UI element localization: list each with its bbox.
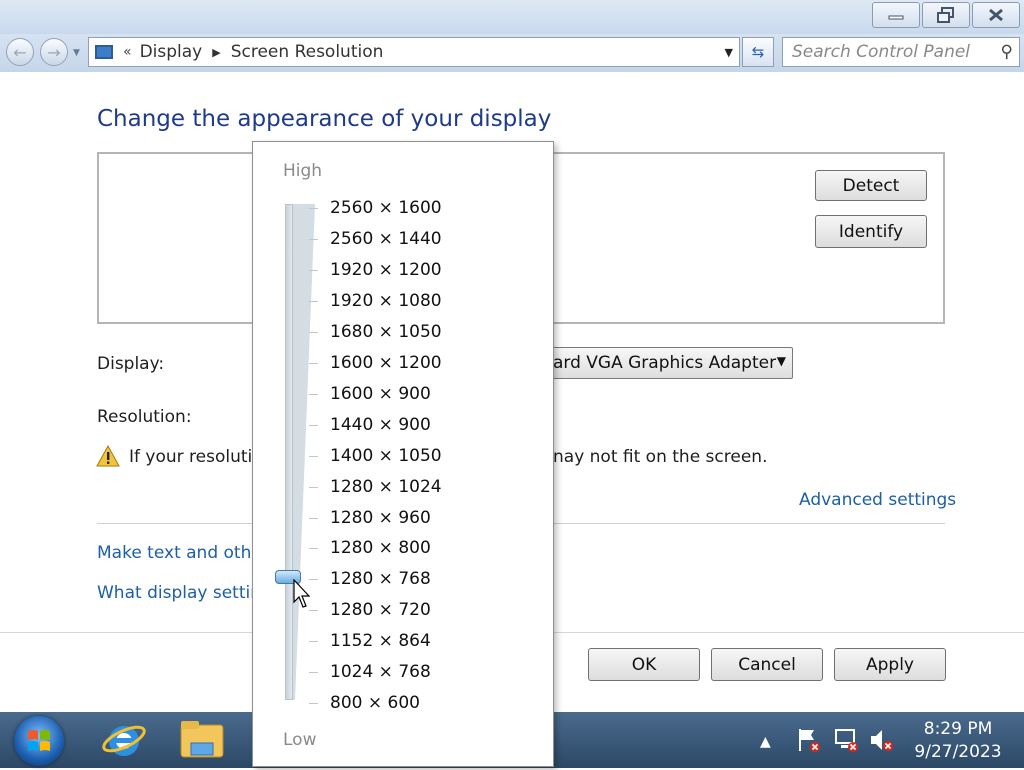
restore-icon: [937, 7, 954, 23]
resolution-option[interactable]: 1280 × 960: [330, 508, 431, 528]
resolution-tick-mark: [309, 424, 318, 426]
resolution-option[interactable]: 1280 × 768: [330, 569, 431, 589]
refresh-button[interactable]: ⇆: [742, 37, 774, 67]
display-select[interactable]: ard VGA Graphics Adapter ▼: [528, 347, 793, 379]
clock-date: 9/27/2023: [914, 742, 1002, 762]
minimize-button[interactable]: [872, 2, 920, 28]
text-size-link[interactable]: Make text and othe: [97, 543, 262, 563]
identify-button[interactable]: Identify: [815, 215, 927, 248]
restore-button[interactable]: [922, 2, 970, 28]
search-icon[interactable]: ⚲: [1001, 42, 1013, 62]
resolution-option[interactable]: 1920 × 1080: [330, 291, 442, 311]
ok-button[interactable]: OK: [588, 648, 700, 681]
mouse-cursor-icon: [293, 579, 311, 608]
search-input[interactable]: Search Control Panel ⚲: [782, 37, 1020, 67]
forward-arrow-icon: →: [47, 42, 61, 62]
warning-icon: [96, 445, 120, 467]
close-button[interactable]: [972, 2, 1020, 28]
resolution-tick-mark: [309, 300, 318, 302]
breadcrumb-screen-resolution[interactable]: Screen Resolution: [231, 42, 384, 62]
chevron-down-icon: ▼: [73, 48, 80, 58]
resolution-tick-mark: [309, 208, 318, 209]
back-button[interactable]: ←: [6, 38, 34, 66]
high-label: High: [283, 161, 323, 181]
resolution-option[interactable]: 800 × 600: [330, 693, 420, 713]
resolution-option[interactable]: 2560 × 1600: [330, 198, 442, 218]
resolution-option[interactable]: 1024 × 768: [330, 662, 431, 682]
breadcrumb-separator-icon[interactable]: ▶: [212, 46, 220, 59]
detect-button[interactable]: Detect: [815, 170, 927, 201]
resolution-option[interactable]: 1280 × 720: [330, 600, 431, 620]
advanced-settings-link[interactable]: Advanced settings: [799, 490, 956, 510]
display-label: Display:: [97, 354, 165, 374]
resolution-tick-mark: [309, 269, 318, 271]
taskbar-windows-explorer[interactable]: [176, 716, 228, 764]
minimize-icon: [888, 15, 904, 20]
title-bar: [0, 0, 1024, 34]
resolution-label: Resolution:: [97, 407, 192, 427]
resolution-tick-mark: [309, 486, 318, 488]
resolution-tick-mark: [309, 703, 318, 705]
resolution-tick-mark: [309, 393, 318, 395]
breadcrumb-display[interactable]: Display: [140, 42, 203, 62]
resolution-option[interactable]: 1280 × 800: [330, 538, 431, 558]
search-placeholder: Search Control Panel: [792, 42, 971, 62]
resolution-option[interactable]: 1152 × 864: [330, 631, 431, 651]
action-center-flag-icon: [799, 729, 820, 752]
resolution-tick-mark: [309, 610, 318, 612]
resolution-option[interactable]: 2560 × 1440: [330, 229, 442, 249]
address-bar[interactable]: « Display ▶ Screen Resolution ▼: [88, 37, 740, 67]
warning-text-right: nay not fit on the screen.: [553, 447, 768, 467]
recent-pages-dropdown[interactable]: ▼: [73, 48, 80, 58]
slider-wedge: [293, 204, 315, 700]
action-center-tray[interactable]: [796, 726, 822, 758]
network-tray[interactable]: [832, 726, 860, 758]
show-hidden-icons-arrow: ▲: [760, 734, 771, 750]
taskbar-internet-explorer[interactable]: [98, 716, 150, 764]
clock-time: 8:29 PM: [923, 719, 993, 739]
breadcrumb-overflow[interactable]: «: [123, 44, 132, 60]
internet-explorer-icon: [102, 725, 146, 756]
start-button[interactable]: [14, 716, 64, 766]
volume-tray[interactable]: [868, 726, 896, 758]
forward-button[interactable]: →: [40, 38, 68, 66]
chevron-down-icon: ▼: [776, 354, 786, 368]
resolution-option[interactable]: 1440 × 900: [330, 415, 431, 435]
resolution-tick-mark: [309, 517, 318, 519]
resolution-option[interactable]: 1600 × 1200: [330, 353, 442, 373]
resolution-tick-mark: [309, 238, 318, 240]
resolution-option[interactable]: 1400 × 1050: [330, 446, 442, 466]
network-icon: [835, 729, 858, 752]
volume-muted-icon: [871, 730, 893, 751]
resolution-option[interactable]: 1920 × 1200: [330, 260, 442, 280]
warning-text-left: If your resolutio: [129, 447, 263, 467]
display-settings-help-link[interactable]: What display setting: [97, 583, 272, 603]
resolution-option[interactable]: 1600 × 900: [330, 384, 431, 404]
windows-logo-icon: [28, 730, 50, 751]
resolution-tick-mark: [309, 641, 318, 643]
refresh-icon: ⇆: [751, 43, 765, 61]
apply-button[interactable]: Apply: [834, 648, 946, 681]
resolution-slider-track[interactable]: [285, 204, 293, 700]
close-icon: [989, 8, 1003, 22]
control-panel-icon: [95, 45, 113, 59]
resolution-dropdown-popup[interactable]: High 2560 × 1600 2560 × 1440 1920 × 1200 19…: [252, 141, 554, 767]
show-hidden-icons-button[interactable]: ▲: [760, 734, 771, 750]
resolution-tick-mark: [309, 455, 318, 457]
taskbar-clock[interactable]: 8:29 PM 9/27/2023: [896, 718, 1020, 764]
back-arrow-icon: ←: [13, 42, 27, 62]
display-select-value: ard VGA Graphics Adapter: [553, 353, 777, 373]
resolution-tick-mark: [309, 362, 318, 364]
resolution-option[interactable]: 1680 × 1050: [330, 322, 442, 342]
resolution-tick-mark: [309, 672, 318, 674]
resolution-tick-mark: [309, 548, 318, 550]
resolution-tick-mark: [309, 331, 318, 333]
low-label: Low: [283, 730, 317, 750]
resolution-option[interactable]: 1280 × 1024: [330, 477, 442, 497]
windows-explorer-icon: [180, 721, 224, 758]
address-dropdown-icon[interactable]: ▼: [725, 46, 733, 59]
cancel-button[interactable]: Cancel: [711, 648, 823, 681]
page-title: Change the appearance of your display: [97, 106, 552, 132]
